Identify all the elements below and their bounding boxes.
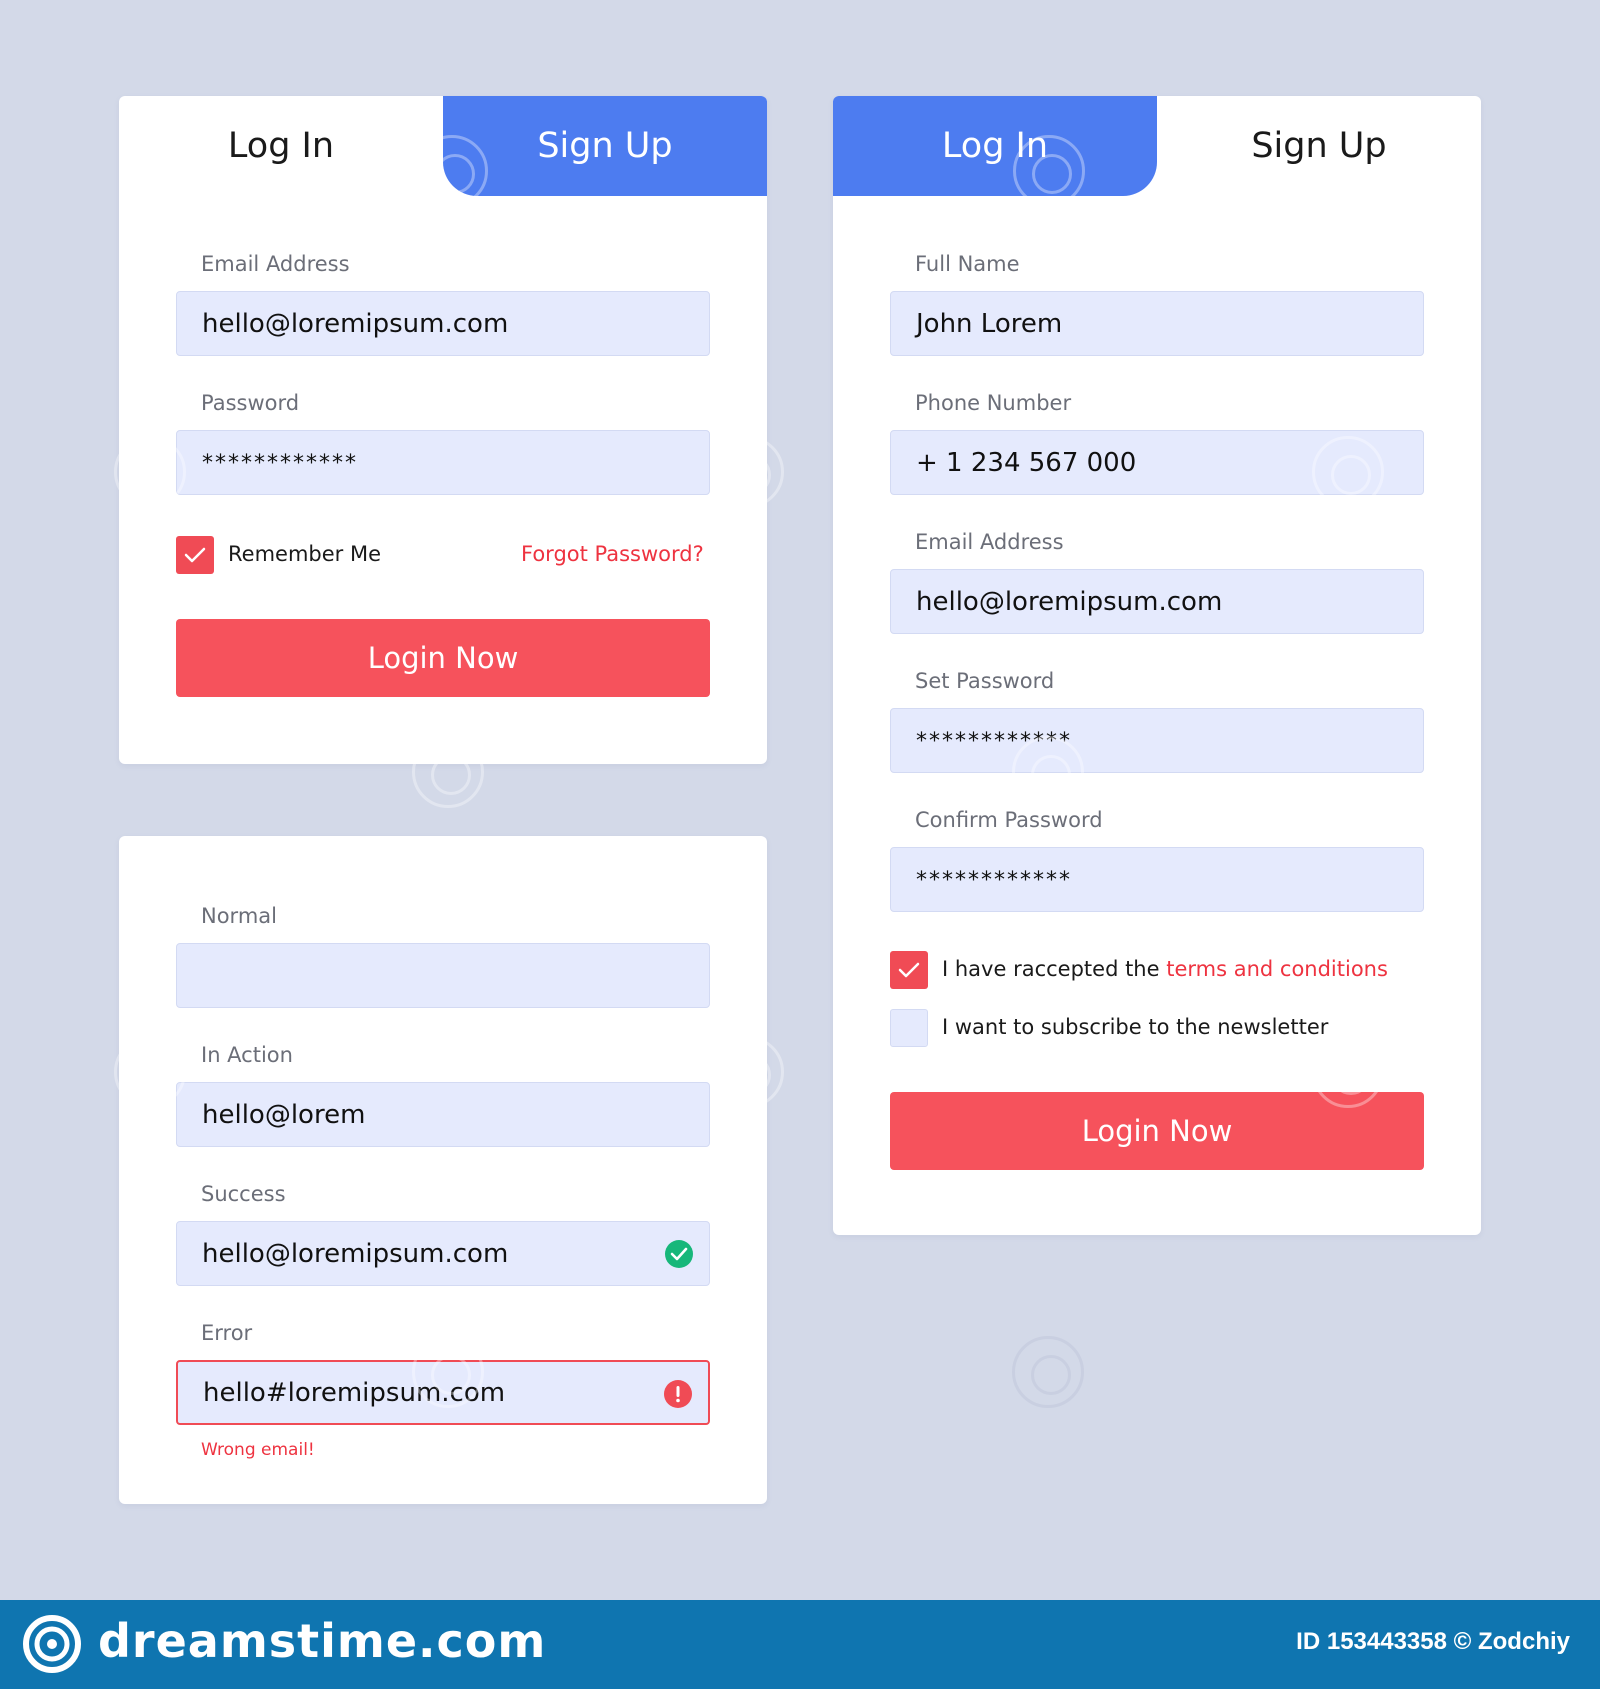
- dreamstime-logo-icon: [23, 1615, 81, 1673]
- success-field-value: hello@loremipsum.com: [202, 1238, 509, 1269]
- checkmark-icon: [184, 547, 206, 563]
- normal-label: Normal: [201, 904, 277, 928]
- password-label: Password: [201, 391, 300, 415]
- auth-tabs: Log In Sign Up: [119, 96, 767, 196]
- forgot-password-link[interactable]: Forgot Password?: [521, 542, 704, 566]
- password-field[interactable]: ************: [176, 430, 710, 495]
- newsletter-label: I want to subscribe to the newsletter: [942, 1015, 1329, 1039]
- tab-sign-up[interactable]: Sign Up: [1157, 96, 1481, 196]
- login-card: Log In Sign Up Email Address hello@lorem…: [119, 96, 767, 764]
- terms-link[interactable]: terms and conditions: [1166, 957, 1388, 981]
- in-action-field[interactable]: hello@lorem: [176, 1082, 710, 1147]
- email-field[interactable]: hello@loremipsum.com: [176, 291, 710, 356]
- full-name-label: Full Name: [915, 252, 1020, 276]
- footer-brand: dreamstime.com: [98, 1614, 547, 1668]
- phone-field[interactable]: + 1 234 567 000: [890, 430, 1424, 495]
- watermark-spiral-icon: [1012, 1336, 1084, 1408]
- login-now-button[interactable]: Login Now: [176, 619, 710, 697]
- error-field-value: hello#loremipsum.com: [203, 1377, 506, 1408]
- confirm-password-field[interactable]: ************: [890, 847, 1424, 912]
- error-field[interactable]: hello#loremipsum.com: [176, 1360, 710, 1425]
- remember-me-checkbox[interactable]: [176, 536, 214, 574]
- error-label: Error: [201, 1321, 253, 1345]
- in-action-label: In Action: [201, 1043, 293, 1067]
- page: { "login_card": { "tabs": { "login": "Lo…: [0, 0, 1600, 1689]
- confirm-password-label: Confirm Password: [915, 808, 1103, 832]
- input-states-card: Normal In Action hello@lorem Success hel…: [119, 836, 767, 1504]
- email-label: Email Address: [201, 252, 350, 276]
- set-password-label: Set Password: [915, 669, 1055, 693]
- login-now-button[interactable]: Login Now: [890, 1092, 1424, 1170]
- footer-bar: dreamstime.com ID 153443358 © Zodchiy: [0, 1600, 1600, 1689]
- phone-label: Phone Number: [915, 391, 1072, 415]
- tab-log-in[interactable]: Log In: [119, 96, 443, 196]
- check-circle-icon: [665, 1240, 693, 1268]
- footer-image-id: ID 153443358 © Zodchiy: [1296, 1628, 1570, 1655]
- newsletter-checkbox[interactable]: [890, 1009, 928, 1047]
- auth-tabs: Log In Sign Up: [833, 96, 1481, 196]
- error-message: Wrong email!: [201, 1440, 315, 1460]
- tab-log-in[interactable]: Log In: [833, 96, 1157, 196]
- terms-prefix: I have raccepted the: [942, 957, 1167, 981]
- remember-me-label: Remember Me: [228, 542, 381, 566]
- set-password-field[interactable]: ************: [890, 708, 1424, 773]
- success-field[interactable]: hello@loremipsum.com: [176, 1221, 710, 1286]
- email-label: Email Address: [915, 530, 1064, 554]
- terms-label: I have raccepted the terms and condition…: [942, 957, 1388, 981]
- exclamation-circle-icon: [664, 1380, 692, 1408]
- full-name-field[interactable]: John Lorem: [890, 291, 1424, 356]
- terms-checkbox[interactable]: [890, 951, 928, 989]
- success-label: Success: [201, 1182, 286, 1206]
- email-field[interactable]: hello@loremipsum.com: [890, 569, 1424, 634]
- signup-card: Log In Sign Up Full Name John Lorem Phon…: [833, 96, 1481, 1235]
- normal-field[interactable]: [176, 943, 710, 1008]
- tab-sign-up[interactable]: Sign Up: [443, 96, 767, 196]
- checkmark-icon: [898, 962, 920, 978]
